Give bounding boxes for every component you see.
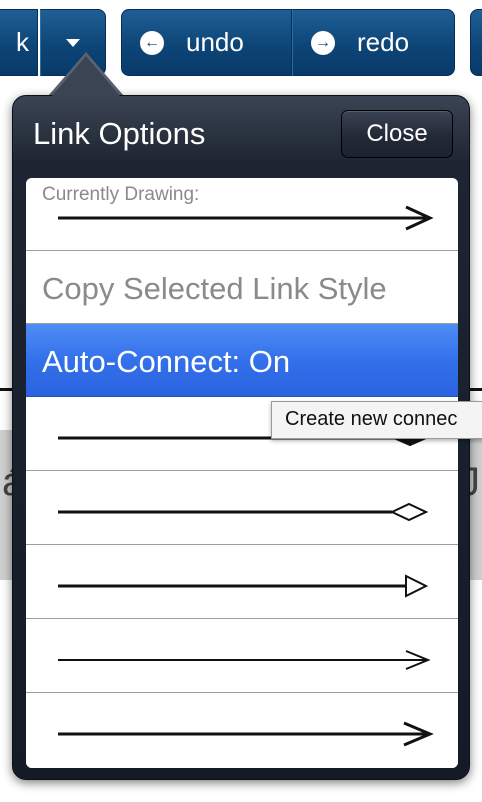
link-style-hollow-triangle[interactable] bbox=[26, 546, 458, 619]
triangle-down-icon bbox=[66, 38, 80, 47]
hollow-triangle-arrow-icon bbox=[58, 574, 429, 598]
right-arrow-circle-icon: → bbox=[311, 30, 335, 55]
link-style-thick-open-arrow[interactable] bbox=[26, 694, 458, 768]
redo-button[interactable]: → redo bbox=[292, 9, 455, 76]
redo-label: redo bbox=[357, 27, 410, 57]
link-style-thin-open-arrow[interactable] bbox=[26, 620, 458, 693]
hollow-diamond-arrow-icon bbox=[58, 502, 429, 522]
undo-button[interactable]: ← undo bbox=[121, 9, 292, 76]
undo-label: undo bbox=[186, 27, 244, 57]
link-tool-label: k bbox=[16, 27, 29, 57]
link-style-hollow-diamond[interactable] bbox=[26, 472, 458, 545]
thick-open-arrow-icon bbox=[58, 721, 434, 747]
popover-arrow-fill bbox=[51, 56, 121, 97]
current-link-preview bbox=[58, 205, 434, 231]
auto-connect-label: Auto-Connect: On bbox=[42, 344, 291, 379]
link-tool-button[interactable]: k bbox=[0, 9, 38, 76]
left-arrow-circle-icon: ← bbox=[140, 30, 164, 55]
copy-style-label: Copy Selected Link Style bbox=[42, 271, 387, 306]
thin-open-arrow-icon bbox=[58, 650, 431, 670]
auto-connect-row[interactable]: Auto-Connect: On bbox=[26, 324, 458, 397]
next-toolbar-button[interactable] bbox=[470, 9, 482, 76]
close-button[interactable]: Close bbox=[341, 110, 453, 158]
popover-title: Link Options bbox=[33, 116, 206, 151]
currently-drawing-row: Currently Drawing: bbox=[26, 178, 458, 251]
link-options-list: Currently Drawing: Copy Selected Link St… bbox=[26, 178, 458, 768]
copy-selected-link-style-row[interactable]: Copy Selected Link Style bbox=[26, 251, 458, 324]
tooltip: Create new connec bbox=[271, 401, 482, 439]
